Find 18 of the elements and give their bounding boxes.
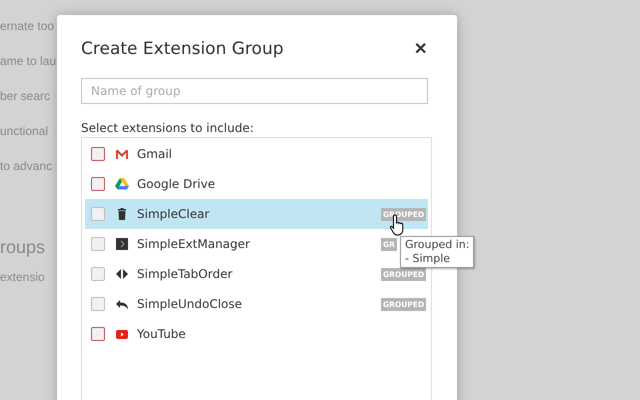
list-label: Select extensions to include: xyxy=(81,121,255,135)
setting-text: to advanc xyxy=(0,158,54,175)
extension-name: SimpleTabOrder xyxy=(137,267,234,281)
extension-name: YouTube xyxy=(137,327,187,341)
extension-name: Google Drive xyxy=(137,177,216,191)
extension-name: Gmail xyxy=(137,147,174,161)
dialog-title: Create Extension Group xyxy=(81,39,284,59)
extension-name: SimpleUndoClose xyxy=(137,297,244,311)
setting-text: ber searc xyxy=(0,88,52,105)
setting-text: ernate too xyxy=(0,18,56,35)
setting-text: extensio xyxy=(0,269,46,286)
tooltip-text: - Simple xyxy=(405,252,452,266)
tooltip-text: Grouped in: xyxy=(405,238,470,252)
extension-name: SimpleExtManager xyxy=(137,237,251,251)
extension-name: SimpleClear xyxy=(137,207,210,221)
setting-text: ame to lau xyxy=(0,53,57,70)
section-heading: roups xyxy=(0,236,46,259)
setting-text: unctional xyxy=(0,123,50,140)
